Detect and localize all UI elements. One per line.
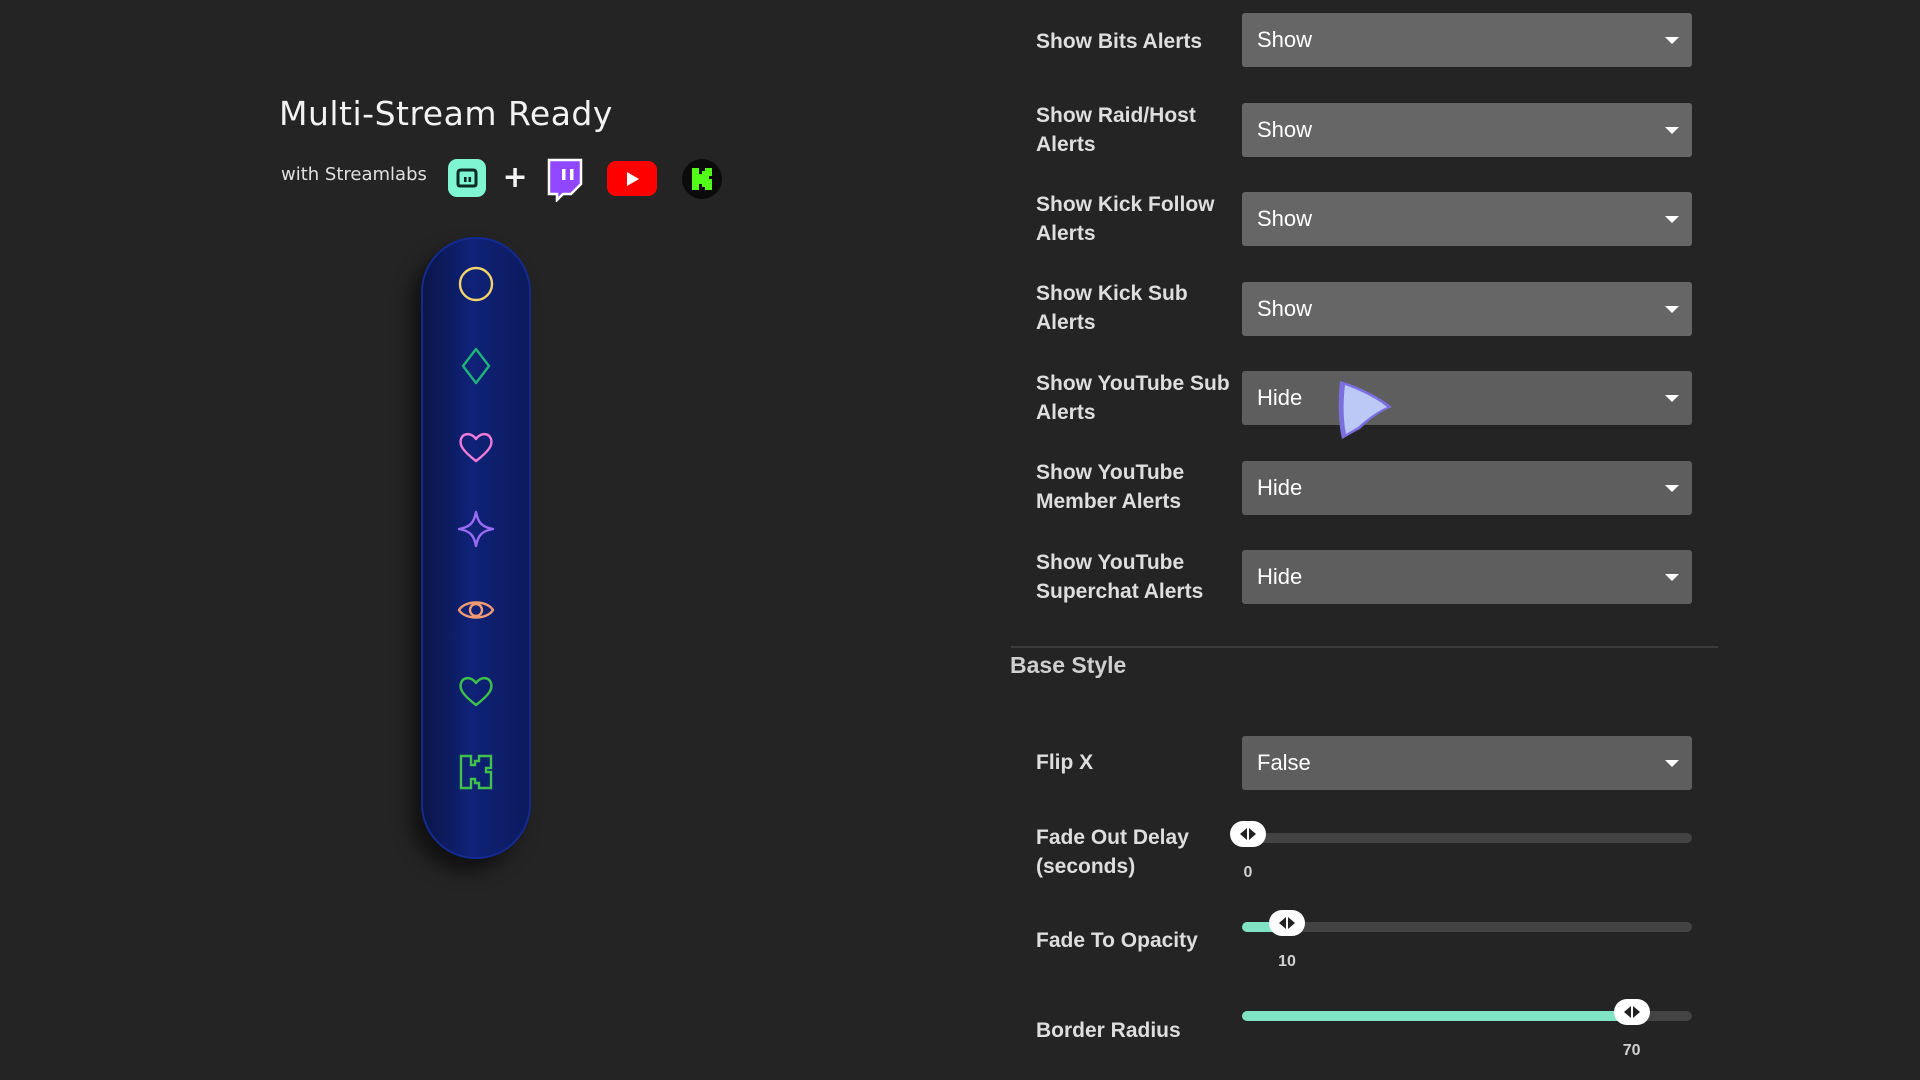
caret-down-icon (1665, 216, 1679, 223)
eye-icon (457, 601, 495, 619)
select-value: Hide (1257, 385, 1303, 410)
youtube-sub-alerts-select[interactable]: Hide (1242, 371, 1692, 425)
caret-down-icon (1665, 574, 1679, 581)
setting-label-fade-to-opacity: Fade To Opacity (1036, 929, 1198, 952)
youtube-member-alerts-select[interactable]: Hide (1242, 461, 1692, 515)
select-value: Show (1257, 206, 1313, 231)
sparkle-icon (457, 510, 495, 548)
caret-down-icon (1665, 395, 1679, 402)
select-value: Show (1257, 117, 1313, 142)
youtube-logo (607, 161, 657, 196)
plus-sign: + (502, 159, 528, 195)
setting-label-youtube-member: Show YouTube Member Alerts (1036, 461, 1185, 513)
select-value: Hide (1257, 475, 1303, 500)
twitch-logo (544, 158, 584, 202)
promo-title: Multi-Stream Ready (279, 94, 613, 133)
setting-label-border-radius: Border Radius (1036, 1019, 1181, 1042)
kick-logo (682, 159, 722, 199)
streamlabs-logo (448, 159, 486, 197)
caret-down-icon (1665, 485, 1679, 492)
heart-icon (459, 432, 493, 463)
fade-to-opacity-slider[interactable] (1242, 910, 1692, 936)
mouse-cursor-icon (1338, 381, 1392, 439)
setting-label-youtube-sub: Show YouTube Sub Alerts (1036, 372, 1230, 424)
setting-label-kick-follow: Show Kick Follow Alerts (1036, 193, 1215, 245)
kick-sub-alerts-select[interactable]: Show (1242, 282, 1692, 336)
setting-label-raid-host: Show Raid/Host Alerts (1036, 104, 1196, 156)
bits-alerts-select[interactable]: Show (1242, 13, 1692, 67)
slider-thumb[interactable] (1269, 910, 1305, 936)
circle-icon (458, 266, 494, 302)
fade-to-opacity-value: 10 (1278, 953, 1296, 970)
slider-thumb[interactable] (1613, 999, 1650, 1025)
setting-label-fade-out-delay: Fade Out Delay (seconds) (1036, 826, 1189, 878)
fade-out-delay-value: 0 (1243, 864, 1253, 881)
select-value: Hide (1257, 564, 1303, 589)
fade-out-delay-slider[interactable] (1230, 821, 1692, 847)
promo-subtitle: with Streamlabs (281, 164, 427, 185)
setting-label-flip-x: Flip X (1036, 751, 1094, 774)
heart-icon (459, 676, 493, 707)
setting-label-youtube-superchat: Show YouTube Superchat Alerts (1036, 551, 1204, 603)
section-divider (1011, 646, 1718, 648)
caret-down-icon (1665, 127, 1679, 134)
select-value: Show (1257, 27, 1313, 52)
caret-down-icon (1665, 37, 1679, 44)
setting-label-kick-sub: Show Kick Sub Alerts (1036, 282, 1188, 334)
caret-down-icon (1665, 760, 1679, 767)
youtube-superchat-alerts-select[interactable]: Hide (1242, 550, 1692, 604)
kick-k-icon (459, 754, 493, 790)
select-value: False (1257, 750, 1311, 775)
slider-thumb[interactable] (1230, 821, 1266, 847)
kick-follow-alerts-select[interactable]: Show (1242, 192, 1692, 246)
caret-down-icon (1665, 306, 1679, 313)
diamond-icon (461, 347, 491, 385)
alert-widget-preview (421, 237, 531, 859)
border-radius-value: 70 (1622, 1042, 1641, 1059)
setting-label-bits: Show Bits Alerts (1036, 30, 1203, 53)
raid-host-alerts-select[interactable]: Show (1242, 103, 1692, 157)
flip-x-select[interactable]: False (1242, 736, 1692, 790)
select-value: Show (1257, 296, 1313, 321)
slider-fill (1242, 1011, 1632, 1021)
base-style-heading: Base Style (1010, 652, 1127, 678)
border-radius-slider[interactable] (1242, 999, 1692, 1025)
